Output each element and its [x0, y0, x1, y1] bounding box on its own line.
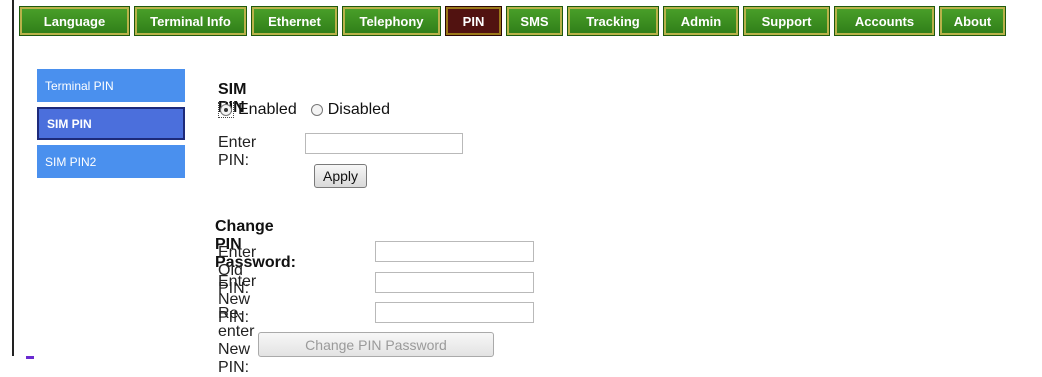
tab-ethernet[interactable]: Ethernet	[251, 6, 338, 36]
sidebar: Terminal PIN SIM PIN SIM PIN2	[37, 69, 185, 183]
enabled-radio[interactable]	[220, 104, 232, 116]
new-pin-input[interactable]	[375, 272, 534, 293]
tab-sms[interactable]: SMS	[506, 6, 563, 36]
sidebar-item-sim-pin2[interactable]: SIM PIN2	[37, 145, 185, 178]
tab-telephony[interactable]: Telephony	[342, 6, 441, 36]
old-pin-input[interactable]	[375, 241, 534, 262]
reenter-pin-input[interactable]	[375, 302, 534, 323]
tab-accounts[interactable]: Accounts	[834, 6, 935, 36]
top-nav: Language Terminal Info Ethernet Telephon…	[19, 6, 1042, 40]
change-pin-password-button[interactable]: Change PIN Password	[258, 332, 494, 357]
tab-support[interactable]: Support	[743, 6, 830, 36]
apply-button[interactable]: Apply	[314, 164, 367, 188]
left-border-line	[12, 0, 14, 356]
sidebar-item-terminal-pin[interactable]: Terminal PIN	[37, 69, 185, 102]
tab-about[interactable]: About	[939, 6, 1006, 36]
tab-admin[interactable]: Admin	[663, 6, 739, 36]
disabled-radio[interactable]	[310, 104, 323, 116]
tab-tracking[interactable]: Tracking	[567, 6, 659, 36]
tab-terminal-info[interactable]: Terminal Info	[134, 6, 247, 36]
disabled-label[interactable]: Disabled	[328, 101, 390, 119]
enter-pin-input[interactable]	[305, 133, 463, 154]
enabled-label[interactable]: Enabled	[238, 101, 297, 119]
sim-pin-mode: Enabled Disabled	[218, 101, 390, 119]
left-marker	[26, 356, 34, 359]
tab-language[interactable]: Language	[19, 6, 130, 36]
enter-pin-label: Enter PIN:	[218, 134, 257, 169]
enabled-radio-focus	[218, 102, 234, 118]
sidebar-item-sim-pin[interactable]: SIM PIN	[37, 107, 185, 140]
tab-pin[interactable]: PIN	[445, 6, 502, 36]
reenter-pin-label: Re-enter New PIN:	[218, 305, 255, 376]
